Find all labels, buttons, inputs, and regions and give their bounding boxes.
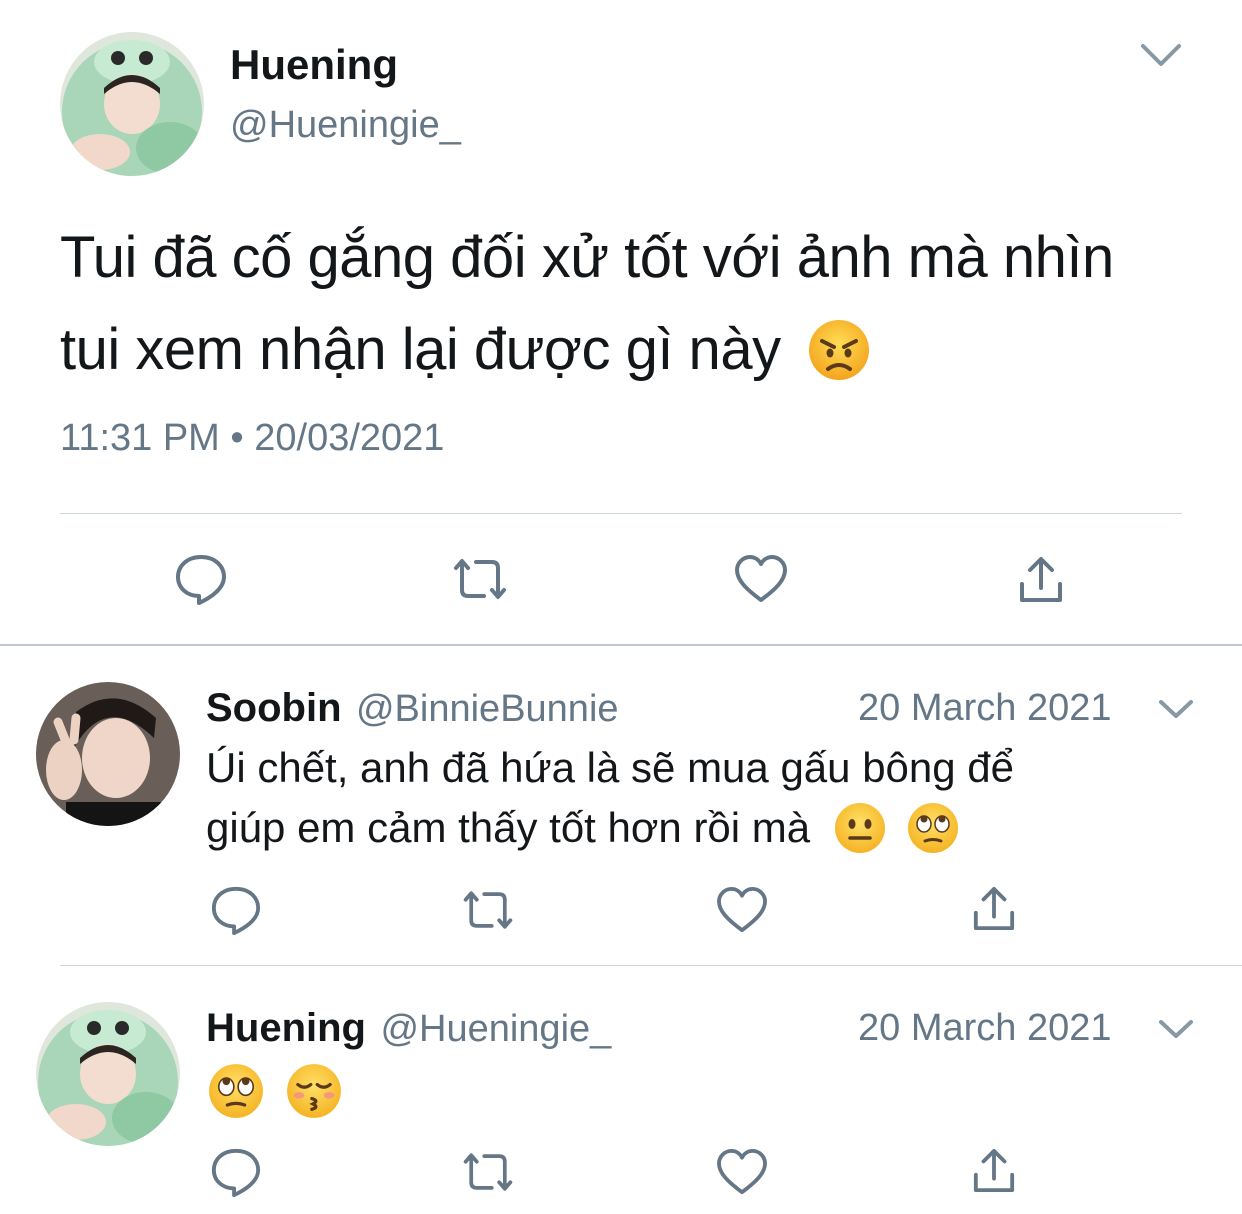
- author-name[interactable]: Soobin: [206, 686, 342, 730]
- author-handle[interactable]: @BinnieBunnie: [356, 688, 619, 730]
- angry-face-icon: [809, 319, 870, 380]
- chevron-down-icon[interactable]: [1158, 1018, 1194, 1040]
- tweet-text-line: Úi chết, anh đã hứa là sẽ mua gấu bông đ…: [206, 744, 1015, 791]
- section-divider: [0, 644, 1242, 646]
- chevron-down-icon[interactable]: [1158, 698, 1194, 720]
- reply-header: Soobin @BinnieBunnie: [206, 684, 619, 741]
- author-handle[interactable]: @Hueningie_: [230, 102, 461, 148]
- reply-icon[interactable]: [210, 1146, 262, 1198]
- avatar[interactable]: [60, 32, 204, 176]
- tweet-text: Úi chết, anh đã hứa là sẽ mua gấu bông đ…: [206, 738, 1186, 858]
- like-icon[interactable]: [716, 886, 768, 934]
- retweet-icon[interactable]: [460, 888, 516, 932]
- retweet-icon[interactable]: [450, 556, 510, 602]
- tweet-date[interactable]: 20 March 2021: [858, 1004, 1112, 1052]
- reply-icon[interactable]: [210, 884, 262, 936]
- share-icon[interactable]: [972, 886, 1016, 932]
- share-icon[interactable]: [1018, 556, 1064, 604]
- kissing-closed-eyes-face-icon: [286, 1063, 341, 1118]
- reply-header: Huening @Hueningie_: [206, 1004, 611, 1061]
- author-name[interactable]: Huening: [230, 40, 398, 90]
- divider: [60, 965, 1242, 966]
- author-handle[interactable]: @Hueningie_: [380, 1008, 611, 1050]
- chevron-down-icon[interactable]: [1140, 42, 1182, 68]
- reply-icon[interactable]: [174, 552, 228, 606]
- neutral-face-icon: [834, 802, 885, 853]
- tweet-text-line: giúp em cảm thấy tốt hơn rồi mà: [206, 804, 811, 851]
- tweet-text-line-2: tui xem nhận lại được gì này: [60, 304, 1180, 396]
- tweet-text-line: tui xem nhận lại được gì này: [60, 317, 781, 382]
- like-icon[interactable]: [716, 1148, 768, 1196]
- tweet-text: [206, 1058, 506, 1119]
- rolling-eyes-face-icon: [209, 1063, 263, 1118]
- avatar[interactable]: [36, 1002, 180, 1146]
- share-icon[interactable]: [972, 1148, 1016, 1194]
- tweet-timestamp[interactable]: 11:31 PM • 20/03/2021: [60, 414, 444, 462]
- tweet-text-line-2: giúp em cảm thấy tốt hơn rồi mà: [206, 798, 1186, 858]
- author-name[interactable]: Huening: [206, 1006, 366, 1050]
- tweet-text-line: Tui đã cố gắng đối xử tốt với ảnh mà nhì…: [60, 225, 1114, 290]
- divider: [60, 513, 1182, 514]
- tweet-date[interactable]: 20 March 2021: [858, 684, 1112, 732]
- avatar[interactable]: [36, 682, 180, 826]
- tweet-text: Tui đã cố gắng đối xử tốt với ảnh mà nhì…: [60, 212, 1180, 396]
- rolling-eyes-face-icon: [908, 802, 959, 853]
- retweet-icon[interactable]: [460, 1150, 516, 1194]
- like-icon[interactable]: [734, 554, 788, 604]
